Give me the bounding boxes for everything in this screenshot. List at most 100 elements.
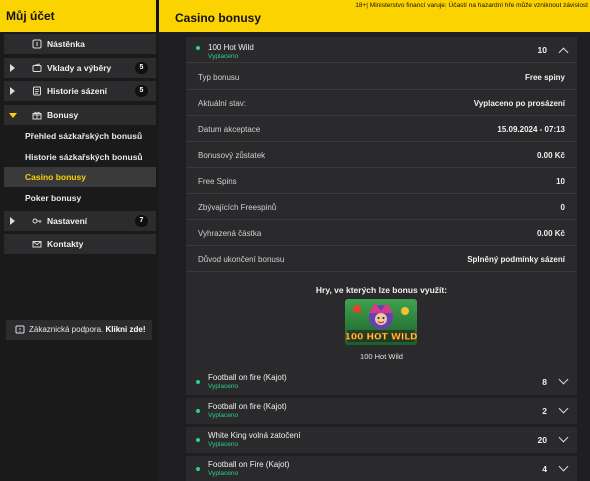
bonus-status: Vyplaceno [208,470,239,477]
bonus-title: Football on Fire (Kajot) [208,460,290,469]
sidebar-subitem-betting-bonus-history[interactable]: Historie sázkařských bonusů [4,147,156,167]
dashboard-icon [32,39,42,49]
sidebar-item-label: Vklady a výběry [47,63,112,73]
detail-value: 0 [560,203,565,212]
detail-key: Datum akceptace [198,125,261,134]
detail-value: Vyplaceno po prosázení [473,99,565,108]
gift-icon [32,111,42,120]
bonus-card[interactable]: White King volná zatočení Vyplaceno 20 [186,427,577,453]
bonus-card[interactable]: Football on Fire (Kajot) Vyplaceno 4 [186,456,577,481]
chevron-up-icon[interactable] [558,47,569,58]
page-header: Casino bonusy 18+| Ministerstvo financí … [159,0,590,32]
support-label: Zákaznická podpora. [29,325,104,334]
count-badge: 5 [135,62,148,74]
sidebar-item-bet-history[interactable]: Historie sázení 5 [4,81,156,101]
detail-value: 15.09.2024 - 07:13 [497,125,565,134]
sidebar-subitem-label: Casino bonusy [25,172,86,182]
account-header: Můj účet [0,0,157,32]
status-dot [196,46,200,50]
detail-row: Bonusový zůstatek 0.00 Kč [186,142,577,168]
sidebar-item-label: Historie sázení [47,86,107,96]
sidebar-subitem-label: Přehled sázkařských bonusů [25,131,143,141]
chevron-down-icon[interactable] [558,403,569,414]
support-link[interactable]: Klikni zde! [106,325,146,334]
bonus-title: White King volná zatočení [208,431,301,440]
sidebar-subitem-label: Historie sázkařských bonusů [25,152,143,162]
sidebar-item-contacts[interactable]: Kontakty [4,234,156,254]
customer-support-button[interactable]: Zákaznická podpora. Klikni zde! [6,320,152,340]
mail-icon [32,241,42,248]
sidebar-item-settings[interactable]: Nastavení 7 [4,211,156,231]
main-content: 100 Hot Wild Vyplaceno 10 Typ bonusu Fre… [159,32,590,481]
expand-arrow-icon [10,64,15,72]
count-badge: 7 [135,215,148,227]
sidebar-item-dashboard[interactable]: Nástěnka [4,34,156,54]
bonus-title: 100 Hot Wild [208,43,254,52]
expand-arrow-icon [10,87,15,95]
page-title: Casino bonusy [175,11,262,25]
bonus-card[interactable]: Football on fire (Kajot) Vyplaceno 8 [186,369,577,395]
detail-value: Free spiny [524,73,565,82]
eligible-games-title: Hry, ve kterých lze bonus využít: [315,285,448,295]
detail-key: Bonusový zůstatek [198,151,266,160]
sidebar-item-label: Nastavení [47,216,88,226]
sidebar-item-label: Kontakty [47,239,84,249]
bonus-status: Vyplaceno [208,441,239,448]
status-dot [196,380,200,384]
chevron-down-icon[interactable] [558,432,569,443]
chevron-down-icon[interactable] [558,461,569,472]
history-icon [33,86,41,96]
key-icon [32,218,42,224]
detail-key: Vyhrazená částka [198,229,262,238]
detail-row: Datum akceptace 15.09.2024 - 07:13 [186,116,577,142]
detail-key: Free Spins [198,177,237,186]
detail-value: 10 [556,177,565,186]
support-text: Zákaznická podpora. Klikni zde! [29,325,146,334]
sidebar-item-deposits[interactable]: Vklady a výběry 5 [4,58,156,78]
detail-key: Zbývajících Freespinů [198,203,277,212]
sidebar-item-label: Bonusy [47,110,79,120]
detail-key: Aktuální stav: [198,99,247,108]
wallet-icon [32,63,42,72]
detail-row: Vyhrazená částka 0.00 Kč [186,220,577,246]
bonus-card[interactable]: Football on fire (Kajot) Vyplaceno 2 [186,398,577,424]
game-name: 100 Hot Wild [360,352,403,361]
bonus-title: Football on fire (Kajot) [208,402,287,411]
bonus-count: 20 [537,435,547,445]
chevron-down-icon[interactable] [558,374,569,385]
status-dot [196,467,200,471]
detail-row: Free Spins 10 [186,168,577,194]
detail-row: Typ bonusu Free spiny [186,64,577,90]
support-chat-icon [15,325,25,334]
account-title: Můj účet [6,9,55,23]
expand-arrow-icon [10,217,15,225]
game-logo-text: 100 HOT WILD [345,333,417,343]
status-dot [196,409,200,413]
detail-value: Splněný podmínky sázení [467,255,565,264]
sidebar-item-label: Nástěnka [47,39,85,49]
bonus-status: Vyplaceno [208,412,239,419]
bonus-status: Vyplaceno [208,383,239,390]
sidebar-subitem-casino-bonuses[interactable]: Casino bonusy [4,167,156,187]
gambling-warning: 18+| Ministerstvo financí varuje: Účastí… [355,2,588,9]
detail-value: 0.00 Kč [536,151,565,160]
detail-key: Důvod ukončení bonusu [198,255,285,264]
status-dot [196,438,200,442]
detail-value: 0.00 Kč [536,229,565,238]
bonus-accordion-header[interactable]: 100 Hot Wild Vyplaceno 10 [186,37,577,63]
collapse-arrow-icon [9,113,17,118]
detail-row: Aktuální stav: Vyplaceno po prosázení [186,90,577,116]
detail-key: Typ bonusu [198,73,240,82]
detail-row: Zbývajících Freespinů 0 [186,194,577,220]
sidebar-subitem-label: Poker bonusy [25,193,82,203]
bonus-count: 10 [537,45,547,55]
sidebar-subitem-betting-bonus-overview[interactable]: Přehled sázkařských bonusů [4,126,156,146]
bonus-status: Vyplaceno [208,53,239,60]
bonus-title: Football on fire (Kajot) [208,373,287,382]
bonus-count: 4 [542,464,547,474]
bonus-count: 2 [542,406,547,416]
game-thumbnail[interactable]: 100 HOT WILD [345,299,417,345]
sidebar-subitem-poker-bonuses[interactable]: Poker bonusy [4,188,156,208]
sidebar: Nástěnka Vklady a výběry 5 Historie sáze… [0,32,159,481]
sidebar-item-bonuses[interactable]: Bonusy [4,105,156,125]
